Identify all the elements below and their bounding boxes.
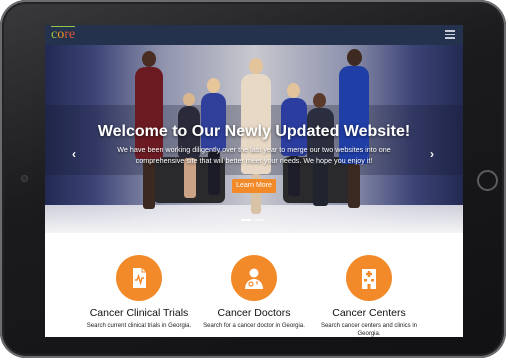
learn-more-button[interactable]: Learn More xyxy=(232,179,276,193)
website-screen: core Welcome to Our Newly Updated Websit… xyxy=(45,25,463,337)
carousel-next-icon[interactable]: › xyxy=(430,148,434,160)
doctor-icon[interactable] xyxy=(231,255,277,301)
hero-subtitle: We have been working diligently over the… xyxy=(117,145,391,165)
service-description: Search for a cancer doctor in Georgia. xyxy=(203,323,305,329)
home-button[interactable] xyxy=(477,170,498,191)
service-title[interactable]: Cancer Centers xyxy=(304,307,434,320)
top-navbar: core xyxy=(45,25,463,45)
hospital-icon[interactable] xyxy=(346,255,392,301)
carousel-dot-2[interactable] xyxy=(254,219,264,221)
carousel-dot-1[interactable] xyxy=(241,219,251,221)
clinical-document-icon[interactable] xyxy=(116,255,162,301)
carousel-prev-icon[interactable]: ‹ xyxy=(72,148,76,160)
site-logo[interactable]: core xyxy=(51,27,75,43)
service-title[interactable]: Cancer Clinical Trials xyxy=(74,307,204,320)
hero-carousel: Welcome to Our Newly Updated Website! We… xyxy=(45,45,463,233)
hero-title: Welcome to Our Newly Updated Website! xyxy=(97,123,411,140)
service-title[interactable]: Cancer Doctors xyxy=(189,307,319,320)
hamburger-icon[interactable] xyxy=(445,30,455,39)
services-section: Cancer Clinical Trials Search current cl… xyxy=(45,233,463,337)
service-description: Search cancer centers and clinics in Geo… xyxy=(320,323,418,337)
service-description: Search current clinical trials in Georgi… xyxy=(86,323,192,329)
tablet-device: core Welcome to Our Newly Updated Websit… xyxy=(0,0,506,358)
camera xyxy=(22,176,27,181)
carousel-indicators xyxy=(241,219,271,223)
